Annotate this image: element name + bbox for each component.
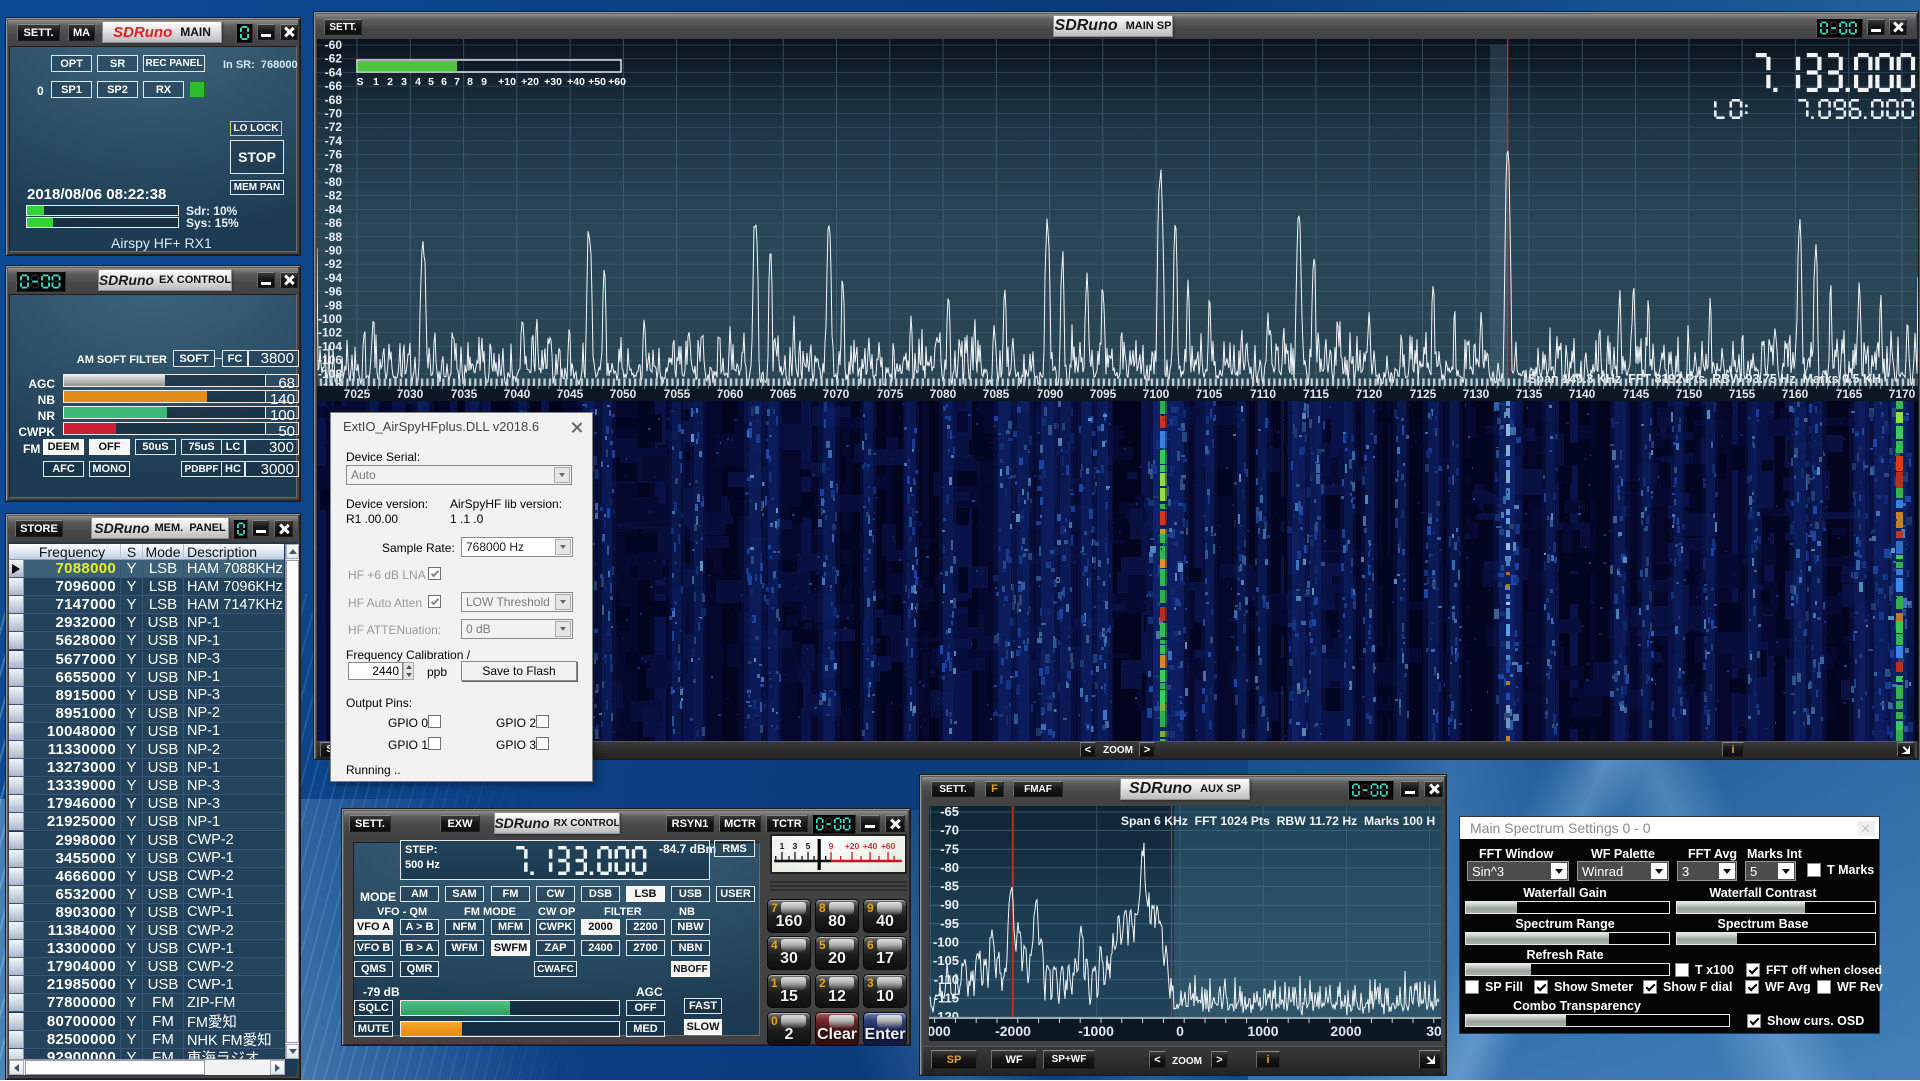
svg-text:+30: +30 (544, 76, 562, 88)
svg-text:-2000: -2000 (995, 1023, 1031, 1039)
svg-text:-104: -104 (318, 339, 342, 353)
svg-text:9: 9 (829, 841, 834, 851)
svg-text:Span 6 KHz FFT 1024 Pts RBW: Span 6 KHz FFT 1024 Pts RBW 11.72 Hz Mar… (1121, 814, 1435, 828)
svg-text:7105: 7105 (1196, 387, 1223, 401)
svg-text:7165: 7165 (1836, 387, 1863, 401)
svg-text:+40: +40 (863, 841, 878, 851)
svg-text:-84: -84 (325, 202, 343, 216)
svg-text:1000: 1000 (1247, 1023, 1278, 1039)
svg-text:-64: -64 (325, 65, 343, 79)
svg-text:-74: -74 (325, 134, 343, 148)
svg-text:7070: 7070 (823, 387, 850, 401)
svg-text:5: 5 (806, 841, 811, 851)
svg-text:-90: -90 (325, 244, 343, 258)
svg-text:0: 0 (1176, 1023, 1184, 1039)
svg-text:1: 1 (780, 841, 785, 851)
svg-text:-105: -105 (933, 953, 959, 968)
svg-text:-102: -102 (318, 326, 342, 340)
svg-text:+40: +40 (567, 76, 585, 88)
svg-text:2000: 2000 (1330, 1023, 1361, 1039)
svg-text:-1000: -1000 (1078, 1023, 1114, 1039)
svg-text:-65: -65 (940, 806, 959, 819)
svg-text:30: 30 (1426, 1023, 1441, 1039)
svg-text:7035: 7035 (451, 387, 478, 401)
svg-text:7145: 7145 (1623, 387, 1650, 401)
svg-text:7140: 7140 (1569, 387, 1596, 401)
svg-text:S: S (356, 76, 363, 88)
svg-text:7115: 7115 (1303, 387, 1329, 401)
svg-text:7120: 7120 (1356, 387, 1383, 401)
svg-text:7: 7 (454, 76, 460, 88)
svg-text:7170: 7170 (1889, 387, 1916, 401)
svg-text:-75: -75 (940, 841, 959, 856)
svg-text:-85: -85 (940, 879, 959, 894)
svg-text:7130: 7130 (1463, 387, 1490, 401)
svg-text:7025: 7025 (344, 387, 371, 401)
svg-text:-78: -78 (325, 161, 343, 175)
svg-text:-80: -80 (325, 175, 343, 189)
svg-text:-98: -98 (325, 298, 343, 312)
svg-text:-66: -66 (325, 79, 343, 93)
svg-text:7060: 7060 (717, 387, 744, 401)
svg-text:-100: -100 (318, 312, 342, 326)
svg-text:+20: +20 (845, 841, 860, 851)
svg-text:000: 000 (929, 1023, 951, 1039)
svg-text:7040: 7040 (504, 387, 531, 401)
svg-text:3: 3 (793, 841, 798, 851)
svg-text:7155: 7155 (1729, 387, 1756, 401)
svg-text:3: 3 (401, 76, 407, 88)
svg-text:-96: -96 (325, 285, 343, 299)
svg-text:-94: -94 (325, 271, 343, 285)
svg-text:-62: -62 (325, 52, 343, 66)
svg-text:-88: -88 (325, 230, 343, 244)
svg-text:1: 1 (373, 76, 379, 88)
svg-text:-95: -95 (940, 916, 959, 931)
svg-text:-70: -70 (940, 823, 959, 838)
svg-text:7100: 7100 (1143, 387, 1170, 401)
svg-text:7150: 7150 (1676, 387, 1703, 401)
svg-text:2: 2 (387, 76, 393, 88)
svg-text:4: 4 (415, 76, 421, 88)
svg-text:-68: -68 (325, 93, 343, 107)
svg-text:-100: -100 (933, 935, 959, 950)
svg-text:-90: -90 (940, 897, 959, 912)
svg-text:+60: +60 (608, 76, 626, 88)
svg-text:-92: -92 (325, 257, 343, 271)
svg-text:7160: 7160 (1782, 387, 1809, 401)
svg-text:+10: +10 (498, 76, 516, 88)
svg-text:-86: -86 (325, 216, 343, 230)
svg-text:+50: +50 (588, 76, 606, 88)
svg-text:-70: -70 (325, 107, 343, 121)
svg-text:8: 8 (467, 76, 473, 88)
svg-text:-76: -76 (325, 148, 343, 162)
svg-text:7095: 7095 (1090, 387, 1117, 401)
svg-text:7110: 7110 (1250, 387, 1276, 401)
svg-text:7080: 7080 (930, 387, 957, 401)
svg-text:7050: 7050 (610, 387, 637, 401)
svg-text:7135: 7135 (1516, 387, 1543, 401)
svg-text:7090: 7090 (1037, 387, 1064, 401)
svg-text:9: 9 (481, 76, 487, 88)
svg-text:7055: 7055 (664, 387, 691, 401)
svg-text:5: 5 (428, 76, 434, 88)
svg-text:7045: 7045 (557, 387, 584, 401)
svg-text:-80: -80 (940, 860, 959, 875)
svg-text:+60: +60 (881, 841, 896, 851)
svg-text:7075: 7075 (877, 387, 904, 401)
svg-text:-82: -82 (325, 189, 343, 203)
svg-text:7085: 7085 (983, 387, 1010, 401)
svg-text:6: 6 (441, 76, 447, 88)
svg-text:7125: 7125 (1410, 387, 1437, 401)
svg-text:-72: -72 (325, 120, 343, 134)
svg-text:7030: 7030 (397, 387, 424, 401)
svg-text:7065: 7065 (770, 387, 797, 401)
svg-text:-60: -60 (325, 39, 343, 52)
svg-text:+20: +20 (521, 76, 539, 88)
